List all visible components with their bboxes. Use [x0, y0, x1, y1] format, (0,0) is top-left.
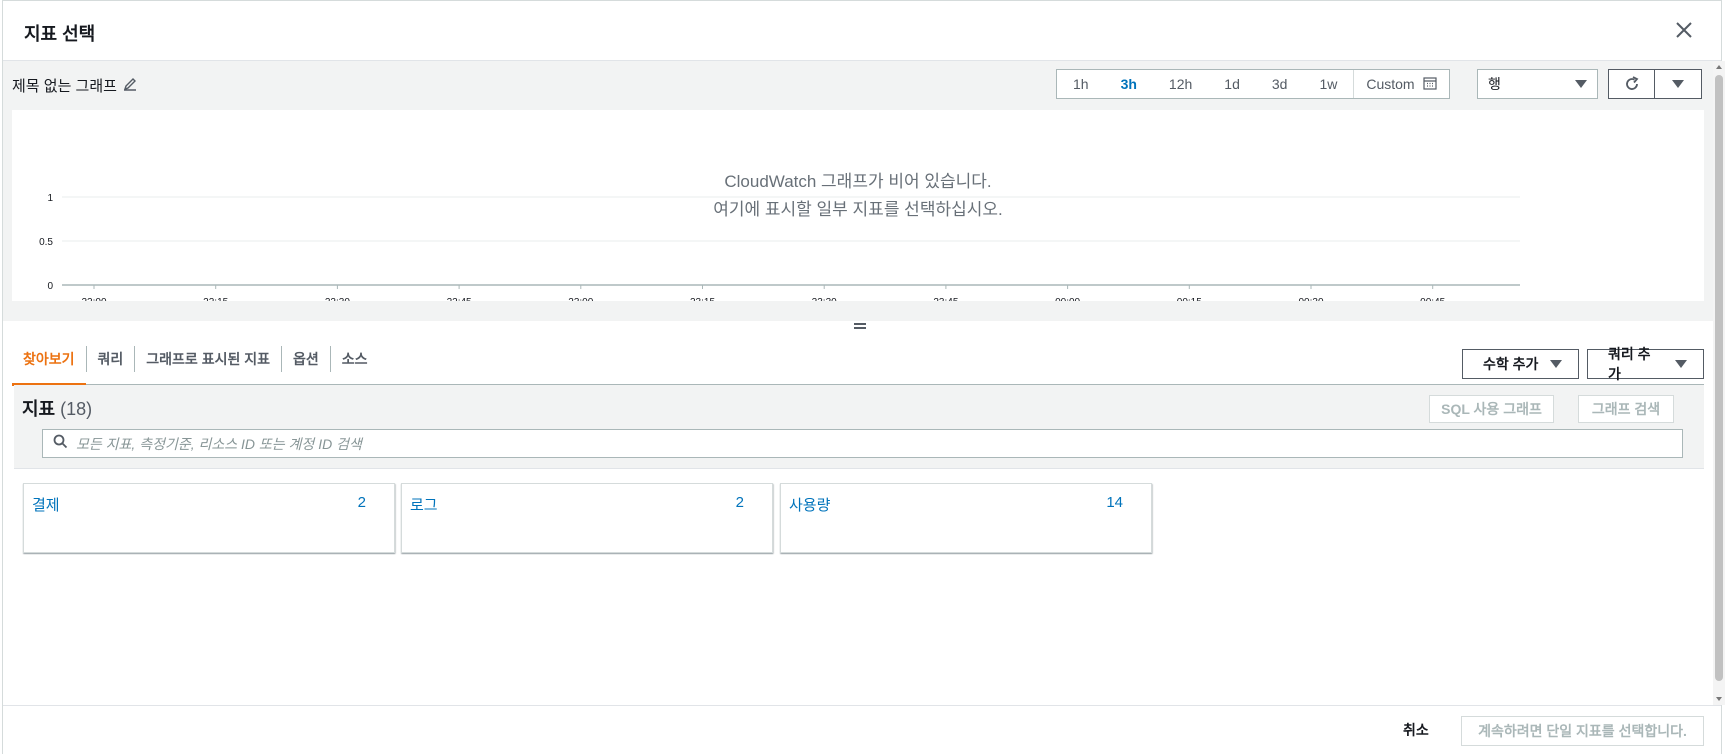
namespace-card-label[interactable]: 결제: [32, 494, 60, 515]
tab-2[interactable]: 그래프로 표시된 지표: [135, 333, 281, 385]
add-query-button[interactable]: 쿼리 추가: [1587, 346, 1704, 382]
time-range-1d[interactable]: 1d: [1208, 70, 1256, 98]
time-range-3h[interactable]: 3h: [1105, 70, 1153, 98]
namespace-card-label[interactable]: 로그: [410, 494, 438, 515]
cancel-button[interactable]: 취소: [1403, 720, 1429, 740]
time-range-1h[interactable]: 1h: [1057, 70, 1105, 98]
x-tick-label: 23:00: [568, 297, 593, 301]
metrics-search-input[interactable]: [76, 435, 1656, 452]
x-tick-label: 22:45: [447, 297, 472, 301]
metrics-browser: 지표 (18) SQL 사용 그래프 그래프 검색 결제 2 로그 2 사용량 14: [14, 385, 1704, 705]
metrics-title-text: 지표: [22, 399, 56, 419]
empty-graph-line-2: 여기에 표시할 일부 지표를 선택하십시오.: [713, 200, 1003, 219]
confirm-button[interactable]: 계속하려면 단일 지표를 선택합니다.: [1461, 716, 1704, 746]
x-tick-label: 00:30: [1298, 297, 1323, 301]
graph-view-select[interactable]: 행: [1477, 69, 1598, 99]
caret-down-icon: [1550, 360, 1563, 368]
caret-down-icon: [1672, 80, 1684, 88]
graph-search-button[interactable]: 그래프 검색: [1578, 395, 1674, 423]
search-icon: [53, 434, 68, 454]
close-icon[interactable]: [1673, 19, 1695, 41]
time-range-3d[interactable]: 3d: [1256, 70, 1304, 98]
refresh-button-group: [1608, 69, 1702, 99]
tab-list: 찾아보기 쿼리 그래프로 표시된 지표 옵션 소스: [12, 333, 379, 386]
caret-down-icon: [1675, 360, 1687, 368]
x-tick-label: 22:30: [325, 297, 350, 301]
namespace-card-count: 2: [357, 494, 366, 511]
time-range-1w[interactable]: 1w: [1303, 70, 1353, 98]
x-tick-label: 23:15: [690, 297, 715, 301]
time-range-selector: 1h 3h 12h 1d 3d 1w Custom: [1056, 69, 1450, 99]
select-metric-modal: 지표 선택 제목 없는 그래프 1h 3h 12h 1d 3d 1w Custom 행 1: [2, 0, 1725, 754]
caret-down-icon: [1575, 80, 1587, 88]
namespace-card-count: 14: [1106, 494, 1123, 511]
chart-panel: 10.5022:0022:1522:3022:4523:0023:1523:30…: [12, 110, 1704, 301]
modal-header: 지표 선택: [3, 1, 1721, 61]
tabs-bar: 찾아보기 쿼리 그래프로 표시된 지표 옵션 소스 수학 추가 쿼리 추가: [12, 333, 1704, 386]
custom-label: Custom: [1366, 76, 1415, 92]
x-tick-label: 00:00: [1055, 297, 1080, 301]
y-tick-label: 0: [47, 281, 53, 292]
tab-3[interactable]: 옵션: [282, 333, 330, 385]
x-tick-label: 23:45: [933, 297, 958, 301]
add-math-label: 수학 추가: [1483, 356, 1539, 372]
pencil-icon[interactable]: [123, 77, 137, 95]
x-tick-label: 23:30: [812, 297, 837, 301]
namespace-card[interactable]: 사용량 14: [780, 483, 1152, 553]
graph-view-select-value: 행: [1488, 76, 1501, 92]
metrics-search-box: [42, 429, 1683, 458]
x-tick-label: 00:45: [1420, 297, 1445, 301]
graph-section: 제목 없는 그래프 1h3h12h1d3d1wCustom 행 10.5022:…: [3, 61, 1713, 321]
tab-0[interactable]: 찾아보기: [12, 333, 86, 386]
scrollbar-thumb[interactable]: [1715, 75, 1723, 681]
y-tick-label: 0.5: [39, 237, 53, 248]
metrics-count: (18): [60, 399, 93, 419]
x-tick-label: 22:00: [81, 297, 106, 301]
add-query-label: 쿼리 추가: [1608, 346, 1651, 382]
namespace-card-label[interactable]: 사용량: [789, 494, 830, 515]
graph-resize-handle[interactable]: [854, 323, 866, 331]
modal-title: 지표 선택: [24, 24, 96, 44]
namespace-card-count: 2: [735, 494, 744, 511]
sql-graph-button[interactable]: SQL 사용 그래프: [1429, 395, 1554, 423]
x-tick-label: 00:15: [1177, 297, 1202, 301]
refresh-button[interactable]: [1609, 70, 1655, 98]
x-tick-label: 22:15: [203, 297, 228, 301]
refresh-icon: [1625, 76, 1638, 90]
refresh-interval-dropdown[interactable]: [1655, 70, 1701, 98]
metrics-header: 지표 (18) SQL 사용 그래프 그래프 검색: [14, 385, 1704, 469]
graph-title[interactable]: 제목 없는 그래프: [12, 75, 137, 96]
scroll-up-arrow-icon[interactable]: [1716, 65, 1722, 69]
namespace-card[interactable]: 로그 2: [401, 483, 773, 553]
add-math-button[interactable]: 수학 추가: [1462, 349, 1580, 379]
modal-scrollbar[interactable]: [1713, 61, 1725, 705]
calendar-icon: [1422, 76, 1437, 93]
metrics-title: 지표 (18): [22, 395, 92, 421]
graph-title-text[interactable]: 제목 없는 그래프: [12, 75, 117, 96]
modal-footer: 취소 계속하려면 단일 지표를 선택합니다.: [3, 705, 1721, 754]
tab-1[interactable]: 쿼리: [87, 333, 135, 385]
scroll-down-arrow-icon[interactable]: [1716, 697, 1722, 701]
time-range-custom[interactable]: Custom: [1353, 70, 1448, 98]
tab-4[interactable]: 소스: [331, 333, 379, 385]
empty-graph-line-1: CloudWatch 그래프가 비어 있습니다.: [724, 172, 992, 191]
time-range-12h[interactable]: 12h: [1153, 70, 1208, 98]
namespace-card[interactable]: 결제 2: [23, 483, 395, 553]
empty-graph-message: CloudWatch 그래프가 비어 있습니다. 여기에 표시할 일부 지표를 …: [12, 168, 1704, 224]
